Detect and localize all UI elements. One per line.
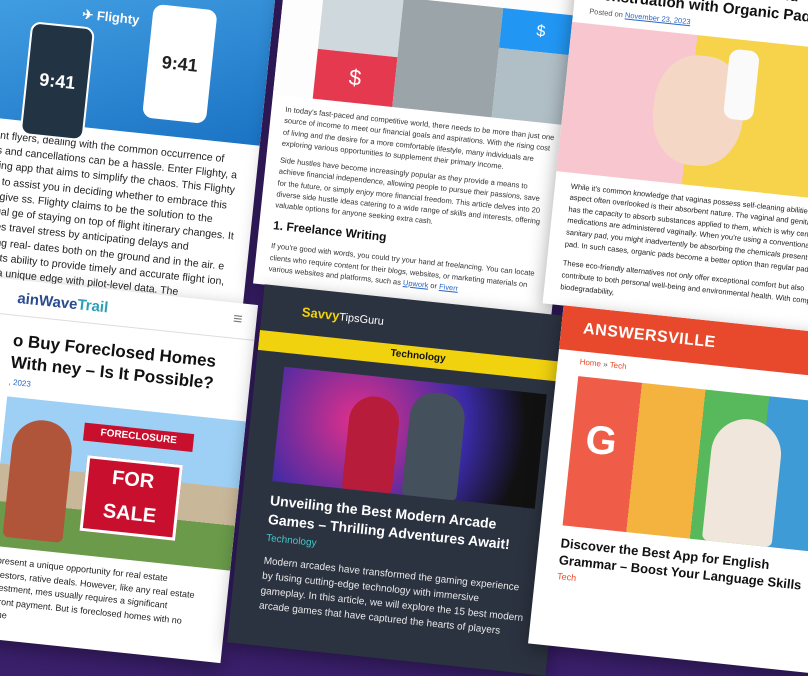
breadcrumb-home[interactable]: Home (579, 357, 601, 368)
person-figure (701, 415, 785, 548)
player-figure-1 (341, 393, 402, 494)
phone-mockup-2: 9:41 (142, 3, 218, 124)
site-logo[interactable]: ANSWERSVILLE (582, 320, 716, 352)
fiverr-link[interactable]: Fiverr (439, 282, 459, 293)
brand-part-b: Trail (76, 296, 110, 317)
answersville-article-card[interactable]: ANSWERSVILLE Home » Tech G Discover the … (528, 305, 808, 675)
photo-woman-money (392, 0, 504, 118)
flighty-hero-image: ✈ Flighty 9:41 9:41 (0, 0, 277, 146)
site-logo[interactable]: SavvyTipsGuru (301, 304, 385, 328)
hamburger-menu-icon[interactable]: ≡ (232, 311, 243, 330)
grammar-app-image: G (562, 376, 808, 553)
breadcrumb-tech[interactable]: Tech (609, 360, 627, 371)
player-figure-2 (401, 390, 468, 501)
logo-sub: TipsGuru (338, 310, 385, 328)
flighty-logo: ✈ Flighty (81, 6, 141, 28)
brand-part-a: ainWave (16, 289, 79, 314)
arcade-article-card[interactable]: SavvyTipsGuru Technology Unveiling the B… (227, 284, 583, 676)
foreclosure-sign-top: FORECLOSURE (82, 422, 195, 453)
letter-g-icon: G (583, 417, 619, 465)
vr-players-image (272, 366, 547, 509)
dollar-icon: $ (312, 48, 398, 107)
upwork-link[interactable]: Upwork (403, 278, 429, 290)
article-body: s present a unique opportunity for real … (0, 555, 196, 626)
foreclosed-homes-article-card[interactable]: ainWaveTrail ≡ o Buy Foreclosed Homes Wi… (0, 276, 259, 664)
organic-pads-image (556, 21, 808, 202)
bottle-shape (722, 48, 761, 121)
logo-main: Savvy (301, 303, 341, 323)
photo-woman-laptop (317, 0, 404, 58)
for-sale-sign: FOR SALE (79, 455, 183, 541)
flighty-article-card[interactable]: ✈ Flighty 9:41 9:41 requent flyers, deal… (0, 0, 277, 315)
feminine-hygiene-article-card[interactable]: Better Feminine Hygiene and Menstruation… (542, 0, 808, 335)
foreclosure-sign-image: FORECLOSURE FOR SALE (0, 396, 246, 571)
phone-mockup: 9:41 (19, 21, 96, 142)
side-hustle-article-card[interactable]: $ $ In today's fast-paced and competitiv… (253, 0, 587, 315)
article-body: requent flyers, dealing with the common … (0, 126, 238, 298)
man-figure (2, 417, 75, 544)
